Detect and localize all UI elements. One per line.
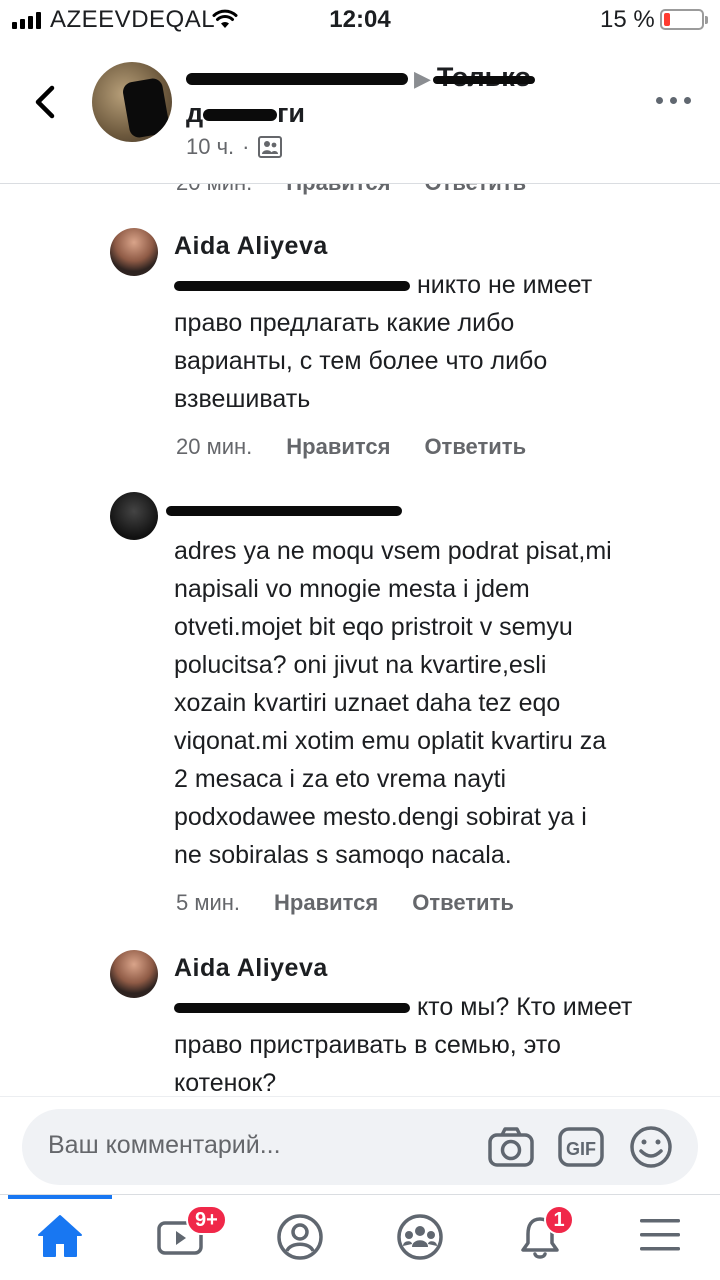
comment-line: 2 mesaca i za eto vrema nayti <box>174 765 507 793</box>
avatar[interactable] <box>110 950 158 998</box>
avatar[interactable] <box>110 228 158 276</box>
comment-time: 5 мин. <box>176 890 241 915</box>
battery-icon <box>660 9 708 30</box>
comment-line: варианты, с тем более что либо <box>174 347 548 375</box>
bottom-tab-bar: 9+ 1 <box>0 1194 720 1280</box>
like-button[interactable]: Нравится <box>286 434 390 460</box>
triangle-right-icon: ▶ <box>414 65 431 91</box>
redacted-author-name <box>166 506 402 517</box>
comment-line: право пристраивать в семью, это <box>174 1031 561 1059</box>
gif-icon[interactable]: GIF <box>558 1125 604 1169</box>
hamburger-menu-icon <box>640 1219 680 1251</box>
comment-author[interactable]: Aida Aliyeva <box>174 954 328 983</box>
redacted-mention[interactable] <box>174 275 410 297</box>
comment-line: napisali vo mnogie mesta i jdem <box>174 575 530 603</box>
comments-list: 20 мин. Нравится Ответить Aida Aliyeva н… <box>0 184 720 1096</box>
group-privacy-icon <box>257 136 282 158</box>
post-meta: 10 ч. · <box>186 134 282 160</box>
comment-time: 20 мин. <box>176 184 252 196</box>
comment-composer: GIF <box>0 1096 720 1194</box>
more-options-icon[interactable] <box>656 90 696 110</box>
post-title[interactable]: ▶ Только д ги <box>186 60 586 130</box>
battery-percent: 15 % <box>600 6 655 33</box>
home-icon <box>38 1215 82 1257</box>
partial-comment-actions: 20 мин. Нравится Ответить <box>176 184 526 196</box>
comment-line: котенок? <box>174 1069 277 1096</box>
profile-icon <box>277 1214 323 1260</box>
comment-line: viqonat.mi xotim emu oplatit kvartiru za <box>174 727 607 755</box>
comment-line: никто не имеет <box>416 271 593 299</box>
reply-button[interactable]: Ответить <box>412 890 514 916</box>
tab-notifications[interactable]: 1 <box>480 1195 600 1280</box>
redacted-author-name <box>186 72 408 85</box>
comment-author[interactable]: Aida Aliyeva <box>174 232 328 261</box>
group-name[interactable]: Только <box>437 62 531 92</box>
post-header: ▶ Только д ги 10 ч. · <box>0 40 720 184</box>
comment-text: кто мы? Кто имеет право пристраивать в с… <box>174 988 632 1096</box>
tab-watch[interactable]: 9+ <box>120 1195 240 1280</box>
comment-author[interactable] <box>166 496 402 525</box>
redacted-mention[interactable] <box>174 997 410 1019</box>
comment-line: otveti.mojet bit eqo pristroit v semyu <box>174 613 573 641</box>
post-time: 10 ч. <box>186 134 235 159</box>
comment-input[interactable] <box>48 1131 448 1160</box>
comment-input-container[interactable]: GIF <box>22 1109 698 1185</box>
tab-home[interactable] <box>0 1195 120 1280</box>
avatar[interactable] <box>110 492 158 540</box>
like-button[interactable]: Нравится <box>274 890 378 916</box>
comment-line: polucitsa? oni jivut na kvartire,esli <box>174 651 547 679</box>
back-arrow-icon[interactable] <box>28 80 64 124</box>
like-button[interactable]: Нравится <box>286 184 390 196</box>
author-avatar[interactable] <box>92 62 172 142</box>
svg-text:GIF: GIF <box>566 1139 596 1159</box>
comment-line: ne sobiralas s samoqo nacala. <box>174 841 512 869</box>
comment-line: podxodawee mesto.dengi sobirat ya i <box>174 803 587 831</box>
reply-button[interactable]: Ответить <box>424 434 526 460</box>
tab-groups[interactable] <box>360 1195 480 1280</box>
comment-time: 20 мин. <box>176 434 253 459</box>
group-name-line2-start: д <box>186 97 204 128</box>
group-name-line2-end: ги <box>277 97 305 128</box>
comment-line: кто мы? Кто имеет <box>416 993 633 1021</box>
comment-actions: 5 мин. Нравится Ответить <box>176 890 514 916</box>
reply-button[interactable]: Ответить <box>424 184 526 196</box>
comment-actions: 20 мин. Нравится Ответить <box>176 434 526 460</box>
groups-icon <box>397 1214 443 1260</box>
meta-separator: · <box>242 134 250 159</box>
notifications-badge: 1 <box>544 1205 574 1235</box>
redacted-group-fragment <box>203 108 278 121</box>
tab-menu[interactable] <box>600 1195 720 1280</box>
comment-line: xozain kvartiri uznaet daha tez eqo <box>174 689 561 717</box>
comment-line: право предлагать какие либо <box>174 309 515 337</box>
status-bar: AZEEVDEQAL 12:04 15 % <box>0 0 720 40</box>
comment-text: adres ya ne moqu vsem podrat pisat,mi na… <box>174 532 612 874</box>
comment-text: никто не имеет право предлагать какие ли… <box>174 266 592 418</box>
comment-line: adres ya ne moqu vsem podrat pisat,mi <box>174 537 612 565</box>
camera-icon[interactable] <box>488 1125 534 1169</box>
watch-badge: 9+ <box>186 1205 227 1235</box>
tab-profile[interactable] <box>240 1195 360 1280</box>
emoji-sticker-icon[interactable] <box>628 1125 674 1169</box>
comment-line: взвешивать <box>174 385 311 413</box>
